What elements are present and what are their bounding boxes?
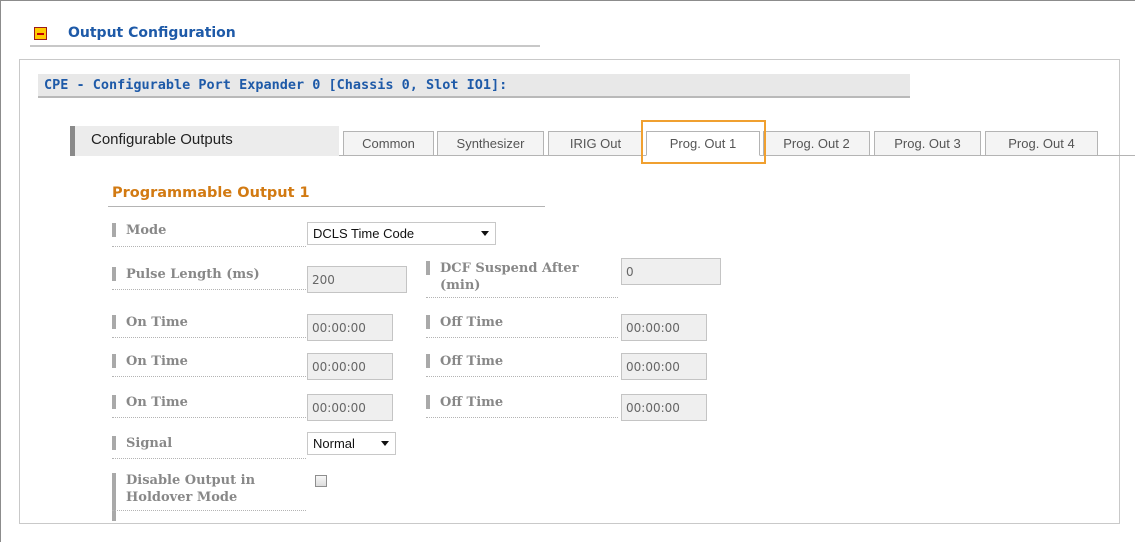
- label-underline: [112, 337, 306, 338]
- tab-common[interactable]: Common: [343, 131, 434, 156]
- signal-label-text: Signal: [126, 436, 173, 451]
- pulse-length-label-text: Pulse Length (ms): [126, 267, 260, 282]
- section-title: Output Configuration: [68, 25, 236, 41]
- label-underline: [112, 458, 306, 459]
- mode-select-value: DCLS Time Code: [313, 226, 415, 241]
- on-time-label-text: On Time: [126, 354, 188, 369]
- off-time-label-text: Off Time: [440, 354, 504, 369]
- label-bar: [426, 395, 430, 409]
- tab-strip-heading: Configurable Outputs: [70, 126, 339, 156]
- tab-prog-out-2[interactable]: Prog. Out 2: [763, 131, 870, 156]
- disable-holdover-label-line2: Holdover Mode: [126, 490, 238, 505]
- signal-select-value: Normal: [313, 436, 355, 451]
- label-underline: [426, 417, 618, 418]
- tab-irig-out[interactable]: IRIG Out: [548, 131, 643, 156]
- off-time-label-text: Off Time: [440, 315, 504, 330]
- pulse-length-field[interactable]: 200: [307, 266, 407, 293]
- pulse-length-label: Pulse Length (ms): [112, 266, 260, 283]
- mode-label: Mode: [112, 222, 167, 239]
- off-time-label-3: Off Time: [426, 394, 504, 411]
- off-time-label-text: Off Time: [440, 395, 504, 410]
- caret-down-icon: [381, 441, 389, 446]
- section-divider: [30, 45, 540, 47]
- section-header: Output Configuration: [30, 22, 540, 47]
- disable-holdover-label-line1: Disable Output in: [126, 473, 256, 488]
- tab-label: Prog. Out 2: [783, 136, 850, 151]
- off-time-field-2[interactable]: 00:00:00: [621, 353, 707, 380]
- form-title: Programmable Output 1: [112, 185, 310, 201]
- window-left-border: [0, 0, 1, 542]
- tab-label: Common: [362, 136, 415, 151]
- tab-label: Prog. Out 4: [1008, 136, 1075, 151]
- off-time-field-3[interactable]: 00:00:00: [621, 394, 707, 421]
- label-bar: [112, 395, 116, 409]
- dcf-suspend-field[interactable]: 0: [621, 258, 721, 285]
- dcf-suspend-label: DCF Suspend After (min): [426, 260, 579, 294]
- on-time-field-3[interactable]: 00:00:00: [307, 394, 393, 421]
- label-bar: [426, 354, 430, 368]
- tab-synthesizer[interactable]: Synthesizer: [437, 131, 544, 156]
- label-bar: [426, 261, 430, 275]
- disable-holdover-checkbox[interactable]: [315, 475, 327, 487]
- caret-down-icon: [481, 231, 489, 236]
- label-bar: [112, 473, 116, 521]
- form-title-divider: [108, 206, 545, 207]
- tab-label: IRIG Out: [569, 136, 622, 151]
- dcf-suspend-label-line1: DCF Suspend After: [440, 261, 579, 276]
- off-time-field-1[interactable]: 00:00:00: [621, 314, 707, 341]
- signal-select[interactable]: Normal: [307, 432, 396, 455]
- label-underline: [112, 289, 306, 290]
- mode-select[interactable]: DCLS Time Code: [307, 222, 496, 245]
- label-underline: [426, 337, 618, 338]
- off-time-label-2: Off Time: [426, 353, 504, 370]
- tab-prog-out-3[interactable]: Prog. Out 3: [874, 131, 981, 156]
- label-underline: [112, 246, 306, 247]
- label-bar: [426, 315, 430, 329]
- tab-strip: Configurable Outputs Common Synthesizer …: [70, 126, 1135, 156]
- label-bar: [112, 267, 116, 281]
- on-time-label-text: On Time: [126, 315, 188, 330]
- label-bar: [112, 354, 116, 368]
- window-top-border: [0, 0, 1135, 1]
- tab-label: Prog. Out 1: [669, 136, 737, 151]
- on-time-label-3: On Time: [112, 394, 188, 411]
- tab-strip-heading-label: Configurable Outputs: [91, 131, 233, 148]
- signal-label: Signal: [112, 435, 173, 452]
- tab-prog-out-4[interactable]: Prog. Out 4: [985, 131, 1098, 156]
- mode-label-text: Mode: [126, 223, 167, 238]
- on-time-field-1[interactable]: 00:00:00: [307, 314, 393, 341]
- dcf-suspend-label-line2: (min): [440, 278, 481, 293]
- tab-label: Synthesizer: [456, 136, 525, 151]
- collapse-icon[interactable]: [34, 27, 47, 40]
- label-underline: [112, 376, 306, 377]
- label-underline: [426, 297, 618, 298]
- label-bar: [112, 315, 116, 329]
- on-time-label-text: On Time: [126, 395, 188, 410]
- label-underline: [112, 417, 306, 418]
- on-time-label-1: On Time: [112, 314, 188, 331]
- off-time-label-1: Off Time: [426, 314, 504, 331]
- label-bar: [112, 223, 116, 237]
- on-time-label-2: On Time: [112, 353, 188, 370]
- label-underline: [426, 376, 618, 377]
- tab-prog-out-1[interactable]: Prog. Out 1: [646, 131, 760, 156]
- on-time-field-2[interactable]: 00:00:00: [307, 353, 393, 380]
- tab-label: Prog. Out 3: [894, 136, 961, 151]
- label-bar: [112, 436, 116, 450]
- disable-holdover-label: Disable Output in Holdover Mode: [112, 472, 256, 521]
- label-underline: [112, 510, 306, 511]
- panel-title: CPE - Configurable Port Expander 0 [Chas…: [44, 77, 508, 93]
- panel-title-bar: CPE - Configurable Port Expander 0 [Chas…: [38, 74, 910, 98]
